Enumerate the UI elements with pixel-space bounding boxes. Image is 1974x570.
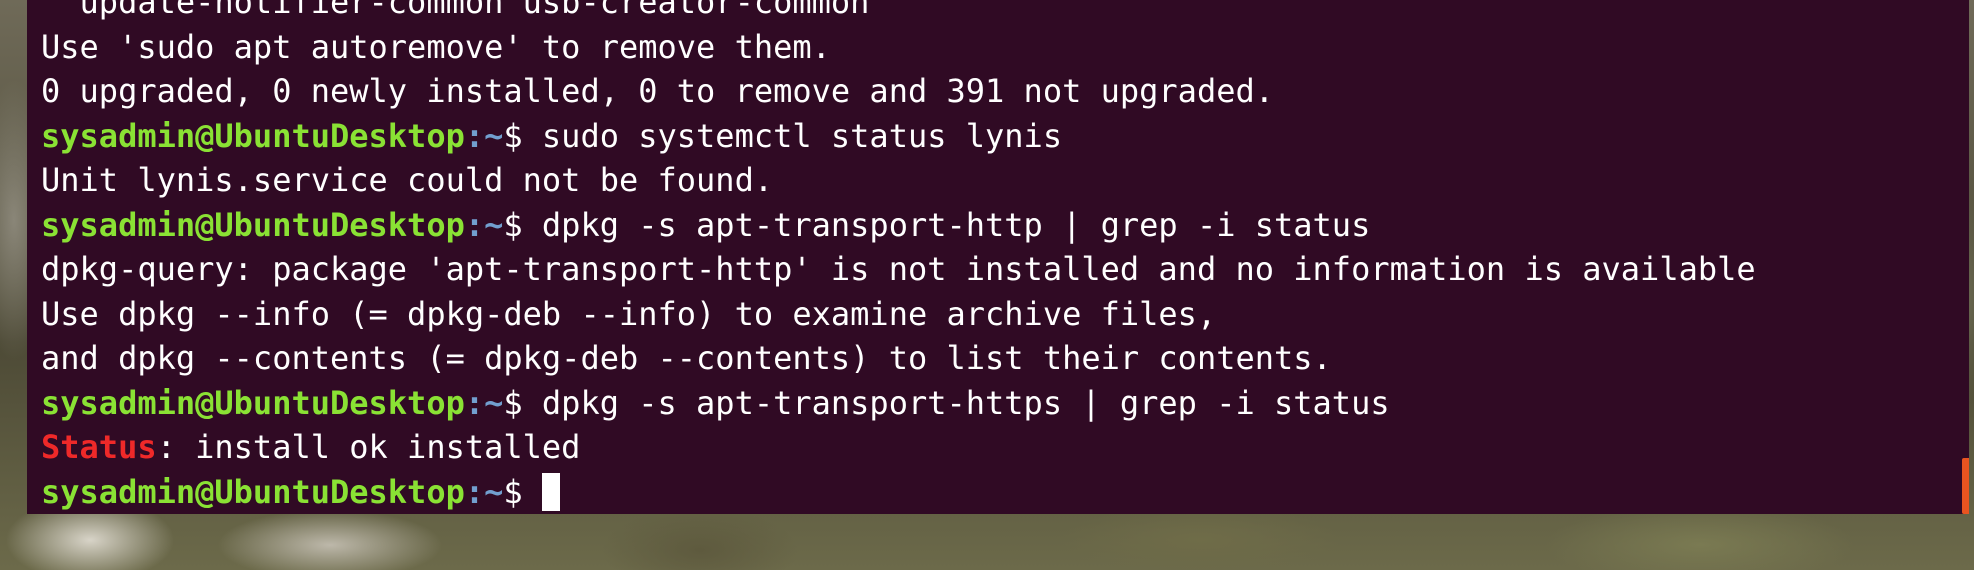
command-text: dpkg -s apt-transport-https | grep -i st… [541,383,1390,422]
output-text: dpkg-query: package 'apt-transport-http'… [41,250,1756,288]
output-text: update-notifier-common usb-creator-commo… [41,0,870,21]
output-line: and dpkg --contents (= dpkg-deb --conten… [41,336,1969,381]
prompt-line: sysadmin@UbuntuDesktop:~$ [41,470,1969,515]
output-text: Use dpkg --info (= dpkg-deb --info) to e… [41,294,1217,333]
grep-match-keyword: Status [41,428,157,466]
scrollbar-thumb[interactable] [1962,458,1969,514]
status-line: Status: install ok installed [41,425,1969,470]
prompt-path: :~ [464,472,504,511]
output-text: and dpkg --contents (= dpkg-deb --conten… [41,339,1332,377]
prompt-symbol: $ [503,472,542,511]
prompt-symbol: $ [503,116,542,155]
output-line: 0 upgraded, 0 newly installed, 0 to remo… [41,69,1969,114]
prompt-user-host: sysadmin@UbuntuDesktop [41,472,465,511]
text-cursor [541,472,560,511]
prompt-user-host: sysadmin@UbuntuDesktop [41,205,465,244]
output-text: 0 upgraded, 0 newly installed, 0 to remo… [41,72,1274,110]
prompt-symbol: $ [503,383,542,422]
prompt-user-host: sysadmin@UbuntuDesktop [41,116,465,155]
prompt-path: :~ [464,116,504,155]
command-text: sudo systemctl status lynis [541,116,1063,155]
prompt-line: sysadmin@UbuntuDesktop:~$ dpkg -s apt-tr… [41,381,1969,426]
output-text: Use 'sudo apt autoremove' to remove them… [41,27,831,66]
prompt-path: :~ [464,205,504,244]
terminal-window[interactable]: update-notifier-common usb-creator-commo… [27,0,1969,514]
prompt-line: sysadmin@UbuntuDesktop:~$ dpkg -s apt-tr… [41,203,1969,248]
prompt-user-host: sysadmin@UbuntuDesktop [41,383,465,422]
output-line: Use 'sudo apt autoremove' to remove them… [41,25,1969,70]
output-line: dpkg-query: package 'apt-transport-http'… [41,247,1969,292]
command-text: dpkg -s apt-transport-http | grep -i sta… [541,205,1371,244]
prompt-line: sysadmin@UbuntuDesktop:~$ sudo systemctl… [41,114,1969,159]
prompt-path: :~ [464,383,504,422]
output-line: Use dpkg --info (= dpkg-deb --info) to e… [41,292,1969,337]
output-line: Unit lynis.service could not be found. [41,158,1969,203]
terminal-output[interactable]: update-notifier-common usb-creator-commo… [41,0,1969,514]
output-text: Unit lynis.service could not be found. [41,161,774,199]
prompt-symbol: $ [503,205,542,244]
output-line: update-notifier-common usb-creator-commo… [41,0,1969,25]
output-text: : install ok installed [156,428,581,466]
